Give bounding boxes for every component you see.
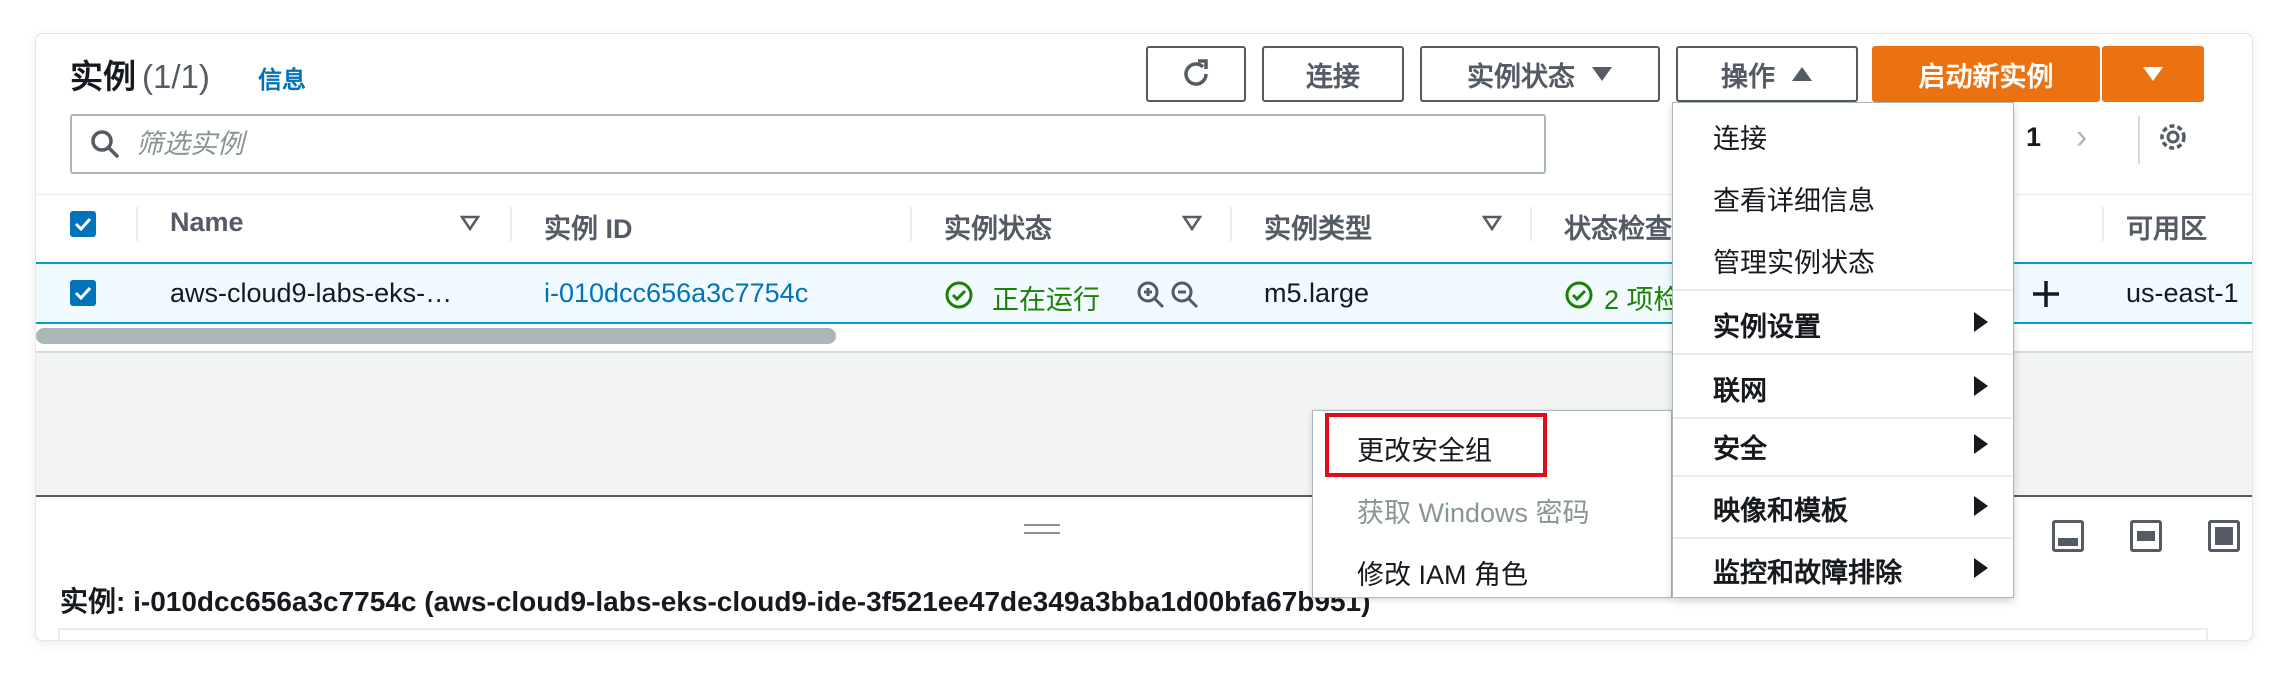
status-check[interactable]: 2 项检 [1604, 278, 1681, 317]
details-title: 实例: i-010dcc656a3c7754c (aws-cloud9-labs… [60, 586, 1371, 617]
instance-count: (1/1) [142, 58, 210, 95]
column-header-state[interactable]: 实例状态 [944, 207, 1052, 246]
instance-id-link[interactable]: i-010dcc656a3c7754c [544, 278, 808, 309]
column-divider [2102, 207, 2104, 241]
actions-label: 操作 [1721, 61, 1775, 92]
column-divider [510, 207, 512, 241]
security-submenu: 更改安全组 获取 Windows 密码 修改 IAM 角色 [1312, 410, 1672, 598]
launch-instance-button[interactable]: 启动新实例 [1872, 46, 2100, 102]
sort-icon[interactable] [1182, 215, 1202, 231]
zoom-out-icon[interactable] [1170, 280, 1200, 310]
select-all-checkbox[interactable] [70, 211, 96, 237]
change-security-groups-item[interactable]: 更改安全组 [1357, 429, 1492, 468]
refresh-button[interactable] [1146, 46, 1246, 102]
caret-right-icon [1974, 312, 1988, 332]
column-divider [1530, 207, 1532, 241]
menu-item-label: 监控和故障排除 [1713, 558, 1902, 588]
panel-full-icon[interactable] [2208, 520, 2240, 552]
column-header-instance-id[interactable]: 实例 ID [544, 207, 633, 246]
menu-item-images-templates[interactable]: 映像和模板 [1673, 475, 2013, 537]
search-input[interactable] [136, 128, 1336, 160]
instance-state: 正在运行 [992, 285, 1100, 315]
horizontal-scrollbar[interactable] [36, 328, 836, 344]
get-windows-password-item: 获取 Windows 密码 [1357, 498, 1590, 528]
caret-right-icon [1974, 376, 1988, 396]
caret-down-icon [2143, 67, 2163, 81]
info-link[interactable]: 信息 [258, 60, 306, 95]
menu-item-label: 查看详细信息 [1713, 186, 1875, 216]
menu-item-label: 映像和模板 [1713, 496, 1848, 526]
column-divider [136, 207, 138, 241]
instance-name: aws-cloud9-labs-eks-… [170, 278, 453, 308]
column-header-type[interactable]: 实例类型 [1264, 207, 1372, 246]
check-circle-icon [1565, 281, 1593, 309]
caret-up-icon [1792, 67, 1812, 81]
instance-state-dropdown[interactable]: 实例状态 [1420, 46, 1660, 102]
availability-zone: us-east-1 [2126, 278, 2239, 308]
pager-divider [2138, 116, 2140, 164]
menu-item-label: 安全 [1713, 434, 1767, 464]
panel-bottom-icon[interactable] [2052, 520, 2084, 552]
modify-iam-role-item[interactable]: 修改 IAM 角色 [1357, 553, 1528, 592]
panel-side-icon[interactable] [2130, 520, 2162, 552]
refresh-icon [1184, 59, 1208, 86]
instances-panel: 实例(1/1) 信息 连接 实例状态 操作 启动新实例 1 › [36, 34, 2252, 640]
menu-item-label: 管理实例状态 [1713, 248, 1875, 278]
sort-icon[interactable] [1482, 215, 1502, 231]
menu-item-instance-settings[interactable]: 实例设置 [1673, 291, 2013, 353]
row-checkbox[interactable] [70, 280, 96, 306]
caret-down-icon [1592, 67, 1612, 81]
filter-search-box[interactable] [70, 114, 1546, 174]
column-header-name[interactable]: Name [170, 207, 244, 238]
plus-icon[interactable] [2030, 278, 2062, 310]
zoom-in-icon[interactable] [1136, 280, 1166, 310]
instance-state-label: 实例状态 [1467, 61, 1575, 92]
launch-instance-label: 启动新实例 [1918, 61, 2054, 92]
menu-item-monitor-troubleshoot[interactable]: 监控和故障排除 [1673, 537, 2013, 599]
column-divider [1230, 207, 1232, 241]
check-circle-icon [945, 281, 973, 309]
next-page-icon[interactable]: › [2076, 118, 2087, 157]
check-icon [74, 217, 92, 231]
column-divider [910, 207, 912, 241]
menu-item-label: 连接 [1713, 124, 1767, 154]
column-header-status-check[interactable]: 状态检查 [1564, 207, 1672, 246]
gear-icon[interactable] [2156, 120, 2190, 154]
caret-right-icon [1974, 434, 1988, 454]
caret-right-icon [1974, 558, 1988, 578]
launch-options-dropdown[interactable] [2102, 46, 2204, 102]
sort-icon[interactable] [460, 215, 480, 231]
connect-button[interactable]: 连接 [1262, 46, 1404, 102]
search-icon [91, 130, 119, 158]
column-header-az[interactable]: 可用区 [2126, 207, 2207, 246]
menu-item-label: 实例设置 [1713, 312, 1821, 342]
page-title-text: 实例 [70, 58, 136, 95]
details-container [58, 628, 2208, 640]
caret-right-icon [1974, 496, 1988, 516]
menu-item-manage-state[interactable]: 管理实例状态 [1673, 227, 2013, 289]
actions-dropdown[interactable]: 操作 [1676, 46, 1858, 102]
connect-button-label: 连接 [1306, 61, 1360, 92]
menu-item-connect[interactable]: 连接 [1673, 103, 2013, 165]
menu-item-networking[interactable]: 联网 [1673, 355, 2013, 417]
menu-item-label: 联网 [1713, 376, 1767, 406]
drag-handle-icon[interactable] [1024, 524, 1060, 534]
actions-menu: 连接 查看详细信息 管理实例状态 实例设置 联网 安全 映像和模板 监控和故障排… [1672, 102, 2014, 598]
current-page-number[interactable]: 1 [2026, 122, 2041, 153]
page-title: 实例 (1/1) [70, 50, 210, 98]
menu-item-security[interactable]: 安全 [1673, 413, 2013, 475]
check-icon [74, 286, 92, 300]
menu-item-view-details[interactable]: 查看详细信息 [1673, 165, 2013, 227]
instance-type: m5.large [1264, 278, 1370, 308]
